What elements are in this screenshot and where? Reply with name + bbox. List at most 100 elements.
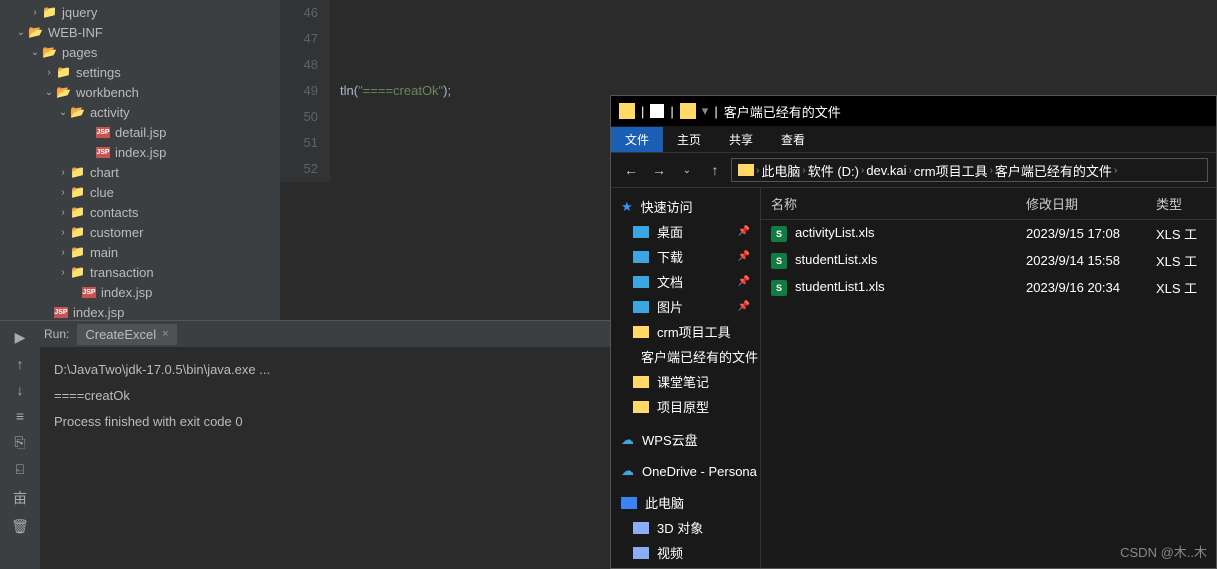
code-area[interactable]: tln("====creatOk"); <box>340 0 451 104</box>
path-segment[interactable]: crm项目工具 <box>914 161 988 180</box>
tree-item[interactable]: JSPindex.jsp <box>0 282 280 302</box>
folder-icon: 📂 <box>28 25 43 39</box>
ribbon-tab[interactable]: 文件 <box>611 127 663 152</box>
tree-item[interactable]: ›📁main <box>0 242 280 262</box>
file-type: XLS 工 <box>1156 251 1206 270</box>
chevron-icon[interactable]: › <box>56 247 70 258</box>
tree-item[interactable]: JSPindex.jsp <box>0 142 280 162</box>
chevron-icon[interactable]: ⌄ <box>42 87 56 98</box>
chevron-icon[interactable]: ⌄ <box>14 27 28 38</box>
tree-item[interactable]: ⌄📂 WEB-INF <box>0 22 280 42</box>
quick-access-label: 快速访问 <box>641 197 693 216</box>
run-tool-button[interactable]: ▶ <box>15 329 26 346</box>
forward-button[interactable]: → <box>647 158 671 182</box>
path-separator: › <box>990 165 993 176</box>
run-tool-button[interactable]: 🗑 <box>11 518 29 535</box>
ribbon-tab[interactable]: 共享 <box>715 127 767 152</box>
chevron-icon[interactable]: › <box>56 207 70 218</box>
tree-label: WEB-INF <box>48 25 103 40</box>
chevron-icon[interactable]: ⌄ <box>56 107 70 118</box>
tree-item[interactable]: ›📁jquery <box>0 2 280 22</box>
file-row[interactable]: SstudentList.xls2023/9/14 15:58XLS 工 <box>761 247 1216 274</box>
onedrive[interactable]: ☁OneDrive - Persona <box>611 460 760 482</box>
explorer-titlebar[interactable]: | | ▾ | 客户端已经有的文件 <box>611 96 1216 126</box>
col-date[interactable]: 修改日期 <box>1026 194 1156 213</box>
chevron-icon[interactable]: › <box>56 187 70 198</box>
sidebar-item[interactable]: 桌面📌 <box>611 219 760 244</box>
xls-icon: S <box>771 226 787 242</box>
tree-item[interactable]: ⌄📂pages <box>0 42 280 62</box>
sidebar-item[interactable]: 项目原型 <box>611 394 760 419</box>
chevron-icon[interactable]: › <box>56 227 70 238</box>
this-pc[interactable]: 此电脑 <box>611 490 760 515</box>
col-name[interactable]: 名称 <box>771 194 1026 213</box>
sidebar-item[interactable]: 文档📌 <box>611 269 760 294</box>
folder-icon: 📁 <box>70 265 85 279</box>
path-segment[interactable]: 软件 (D:) <box>808 161 859 180</box>
explorer-body: ★快速访问 桌面📌下载📌文档📌图片📌crm项目工具客户端已经有的文件课堂笔记项目… <box>611 188 1216 568</box>
ribbon-tab[interactable]: 主页 <box>663 127 715 152</box>
col-type[interactable]: 类型 <box>1156 194 1206 213</box>
wps-cloud[interactable]: ☁WPS云盘 <box>611 427 760 452</box>
path-segment[interactable]: 此电脑 <box>761 161 800 180</box>
sidebar-item[interactable]: 下载📌 <box>611 244 760 269</box>
chevron-icon[interactable]: ⌄ <box>28 47 42 58</box>
tree-item[interactable]: ›📁transaction <box>0 262 280 282</box>
tree-item[interactable]: ›📁contacts <box>0 202 280 222</box>
close-icon[interactable]: × <box>162 328 168 340</box>
tree-item[interactable]: ⌄📂workbench <box>0 82 280 102</box>
tree-label: settings <box>76 65 121 80</box>
folder-icon: 📁 <box>70 185 85 199</box>
folder-icon: 📁 <box>70 205 85 219</box>
file-explorer-window: | | ▾ | 客户端已经有的文件 文件主页共享查看 ← → ⌄ ↑ › 此电脑… <box>610 95 1217 569</box>
tree-item[interactable]: ›📁clue <box>0 182 280 202</box>
tree-item[interactable]: JSPdetail.jsp <box>0 122 280 142</box>
tree-label: customer <box>90 225 143 240</box>
address-bar[interactable]: › 此电脑›软件 (D:)›dev.kai›crm项目工具›客户端已经有的文件› <box>731 158 1208 182</box>
window-title: 客户端已经有的文件 <box>724 102 841 121</box>
chevron-icon[interactable]: › <box>28 7 42 18</box>
sidebar-item[interactable]: 视频 <box>611 540 760 565</box>
chevron-icon[interactable]: › <box>42 67 56 78</box>
pin-icon: 📌 <box>738 251 750 262</box>
run-tool-button[interactable]: ⎘ <box>14 434 25 451</box>
sidebar-item[interactable]: crm项目工具 <box>611 319 760 344</box>
up-button[interactable]: ↑ <box>703 158 727 182</box>
file-row[interactable]: SstudentList1.xls2023/9/16 20:34XLS 工 <box>761 274 1216 301</box>
path-segment[interactable]: 客户端已经有的文件 <box>995 161 1112 180</box>
line-number: 50 <box>280 104 318 130</box>
folder-icon <box>633 401 649 413</box>
cloud-icon: ☁ <box>621 463 634 479</box>
sidebar-item[interactable]: 课堂笔记 <box>611 369 760 394</box>
run-tool-button[interactable]: 亩 <box>13 488 27 508</box>
tree-item[interactable]: ›📁settings <box>0 62 280 82</box>
path-segment[interactable]: dev.kai <box>866 163 906 178</box>
tree-item[interactable]: ⌄📂activity <box>0 102 280 122</box>
run-tool-button[interactable]: ≡ <box>16 408 24 424</box>
line-number: 51 <box>280 130 318 156</box>
quick-access[interactable]: ★快速访问 <box>611 194 760 219</box>
column-headers[interactable]: 名称 修改日期 类型 <box>761 188 1216 220</box>
tree-item[interactable]: ›📁chart <box>0 162 280 182</box>
sidebar-item[interactable]: 3D 对象 <box>611 515 760 540</box>
sidebar-item[interactable]: 客户端已经有的文件 <box>611 344 760 369</box>
chevron-icon[interactable]: › <box>56 167 70 178</box>
file-date: 2023/9/16 20:34 <box>1026 280 1156 295</box>
app-icon <box>650 104 664 118</box>
tree-item[interactable]: JSPindex.jsp <box>0 302 280 320</box>
run-tool-button[interactable]: ⍇ <box>16 461 24 478</box>
run-tool-button[interactable]: ↓ <box>17 382 24 398</box>
back-button[interactable]: ← <box>619 158 643 182</box>
run-tool-button[interactable]: ↑ <box>17 356 24 372</box>
ribbon-tab[interactable]: 查看 <box>767 127 819 152</box>
file-row[interactable]: SactivityList.xls2023/9/15 17:08XLS 工 <box>761 220 1216 247</box>
tree-item[interactable]: ›📁 customer <box>0 222 280 242</box>
history-dropdown[interactable]: ⌄ <box>675 158 699 182</box>
run-tab[interactable]: CreateExcel × <box>77 324 176 345</box>
line-number: 48 <box>280 52 318 78</box>
jsp-icon: JSP <box>54 307 68 318</box>
chevron-icon[interactable]: › <box>56 267 70 278</box>
sidebar-label: 文档 <box>657 272 683 291</box>
folder-icon: 📁 <box>70 225 85 239</box>
sidebar-item[interactable]: 图片📌 <box>611 294 760 319</box>
